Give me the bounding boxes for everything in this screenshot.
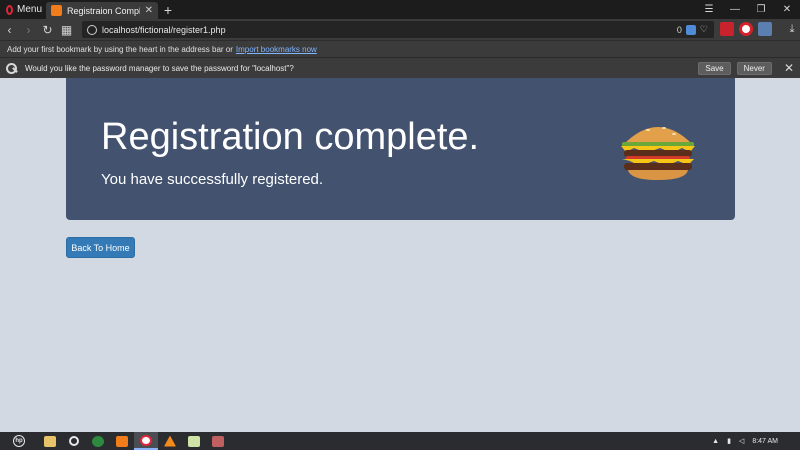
- key-icon: [6, 62, 17, 74]
- windows-taskbar: hp ▲ ▮ ◁ 8:47 AM: [0, 432, 800, 450]
- address-bar-row: ‹ › ↻ ▦ localhost/fictional/register1.ph…: [0, 19, 800, 40]
- xampp-favicon-icon: [51, 5, 62, 16]
- save-password-button[interactable]: Save: [698, 61, 731, 75]
- notepad-icon: [188, 435, 200, 447]
- reload-icon[interactable]: ↻: [38, 23, 57, 37]
- folder-icon: [44, 435, 56, 447]
- vlc-icon: [164, 435, 176, 447]
- close-window-icon[interactable]: ✕: [774, 4, 800, 15]
- paint-icon: [212, 435, 224, 447]
- tab-registration-complete[interactable]: Registraion Complete ✕: [46, 2, 158, 19]
- menu-label: Menu: [16, 4, 42, 15]
- address-field-actions: 0 ♡: [677, 24, 714, 35]
- password-manager-bar: Would you like the password manager to s…: [0, 57, 800, 78]
- heart-bookmark-icon[interactable]: ♡: [700, 24, 708, 35]
- new-tab-button[interactable]: +: [158, 0, 178, 19]
- speed-dial-icon[interactable]: ▦: [57, 23, 76, 37]
- extensions-row: ⤓: [720, 22, 799, 36]
- taskbar-file-explorer[interactable]: [38, 432, 62, 450]
- hp-logo-icon: hp: [13, 435, 25, 447]
- taskbar-notepad[interactable]: [182, 432, 206, 450]
- back-icon[interactable]: ‹: [0, 23, 19, 37]
- opera-menu-button[interactable]: Menu: [0, 0, 42, 19]
- import-bookmarks-link[interactable]: Import bookmarks now: [236, 45, 317, 54]
- download-icon[interactable]: ⤓: [785, 22, 799, 36]
- taskbar-clock[interactable]: 8:47 AM: [752, 438, 778, 445]
- window-controls: ☰ — ❐ ✕: [696, 0, 800, 19]
- adblock-shield-icon[interactable]: [685, 24, 696, 35]
- url-text: localhost/fictional/register1.php: [102, 24, 226, 35]
- taskbar-chrome[interactable]: [86, 432, 110, 450]
- burger-icon: [621, 127, 695, 180]
- globe-icon: [87, 24, 97, 35]
- blocked-count: 0: [676, 24, 682, 35]
- never-save-button[interactable]: Never: [736, 61, 772, 75]
- xampp-icon: [116, 435, 128, 447]
- opera-extension-icon[interactable]: [739, 22, 753, 36]
- password-prompt-text: Would you like the password manager to s…: [25, 63, 294, 73]
- close-password-bar-icon[interactable]: ✕: [784, 61, 794, 75]
- page-subtitle: You have successfully registered.: [101, 171, 324, 188]
- screenshot-extension-icon[interactable]: [758, 22, 772, 36]
- page-title: Registration complete.: [101, 116, 480, 158]
- tab-title: Registraion Complete: [67, 5, 140, 16]
- system-tray: ▲ ▮ ◁ 8:47 AM: [712, 437, 800, 446]
- back-to-home-button[interactable]: Back To Home: [66, 237, 135, 258]
- taskbar-paint[interactable]: [206, 432, 230, 450]
- taskbar-vlc[interactable]: [158, 432, 182, 450]
- start-button[interactable]: hp: [0, 435, 38, 447]
- restore-icon[interactable]: ❐: [748, 4, 774, 15]
- adblock-extension-icon[interactable]: [720, 22, 734, 36]
- opera-logo-icon: [6, 4, 13, 15]
- tab-menu-icon[interactable]: ☰: [696, 4, 722, 15]
- browser-tab-strip: Menu Registraion Complete ✕ + ☰ — ❐ ✕: [0, 0, 800, 19]
- taskbar-task-view[interactable]: [62, 432, 86, 450]
- page-content: Registration complete. You have successf…: [0, 78, 800, 432]
- jumbotron-banner: Registration complete. You have successf…: [66, 78, 735, 220]
- close-tab-icon[interactable]: ✕: [145, 5, 153, 16]
- task-view-icon: [69, 436, 79, 446]
- address-field[interactable]: localhost/fictional/register1.php 0 ♡: [82, 21, 714, 38]
- opera-icon: [140, 434, 152, 446]
- bookmark-hint-text: Add your first bookmark by using the hea…: [7, 44, 233, 54]
- chrome-icon: [92, 435, 104, 447]
- taskbar-xampp[interactable]: [110, 432, 134, 450]
- taskbar-opera[interactable]: [134, 432, 158, 450]
- password-actions: Save Never ✕: [698, 61, 800, 75]
- network-icon[interactable]: ▮: [727, 437, 731, 445]
- volume-icon[interactable]: ◁: [739, 437, 744, 445]
- forward-icon[interactable]: ›: [19, 23, 38, 37]
- show-hidden-icons-icon[interactable]: ▲: [712, 438, 719, 445]
- bookmark-bar: Add your first bookmark by using the hea…: [0, 40, 800, 57]
- minimize-icon[interactable]: —: [722, 4, 748, 15]
